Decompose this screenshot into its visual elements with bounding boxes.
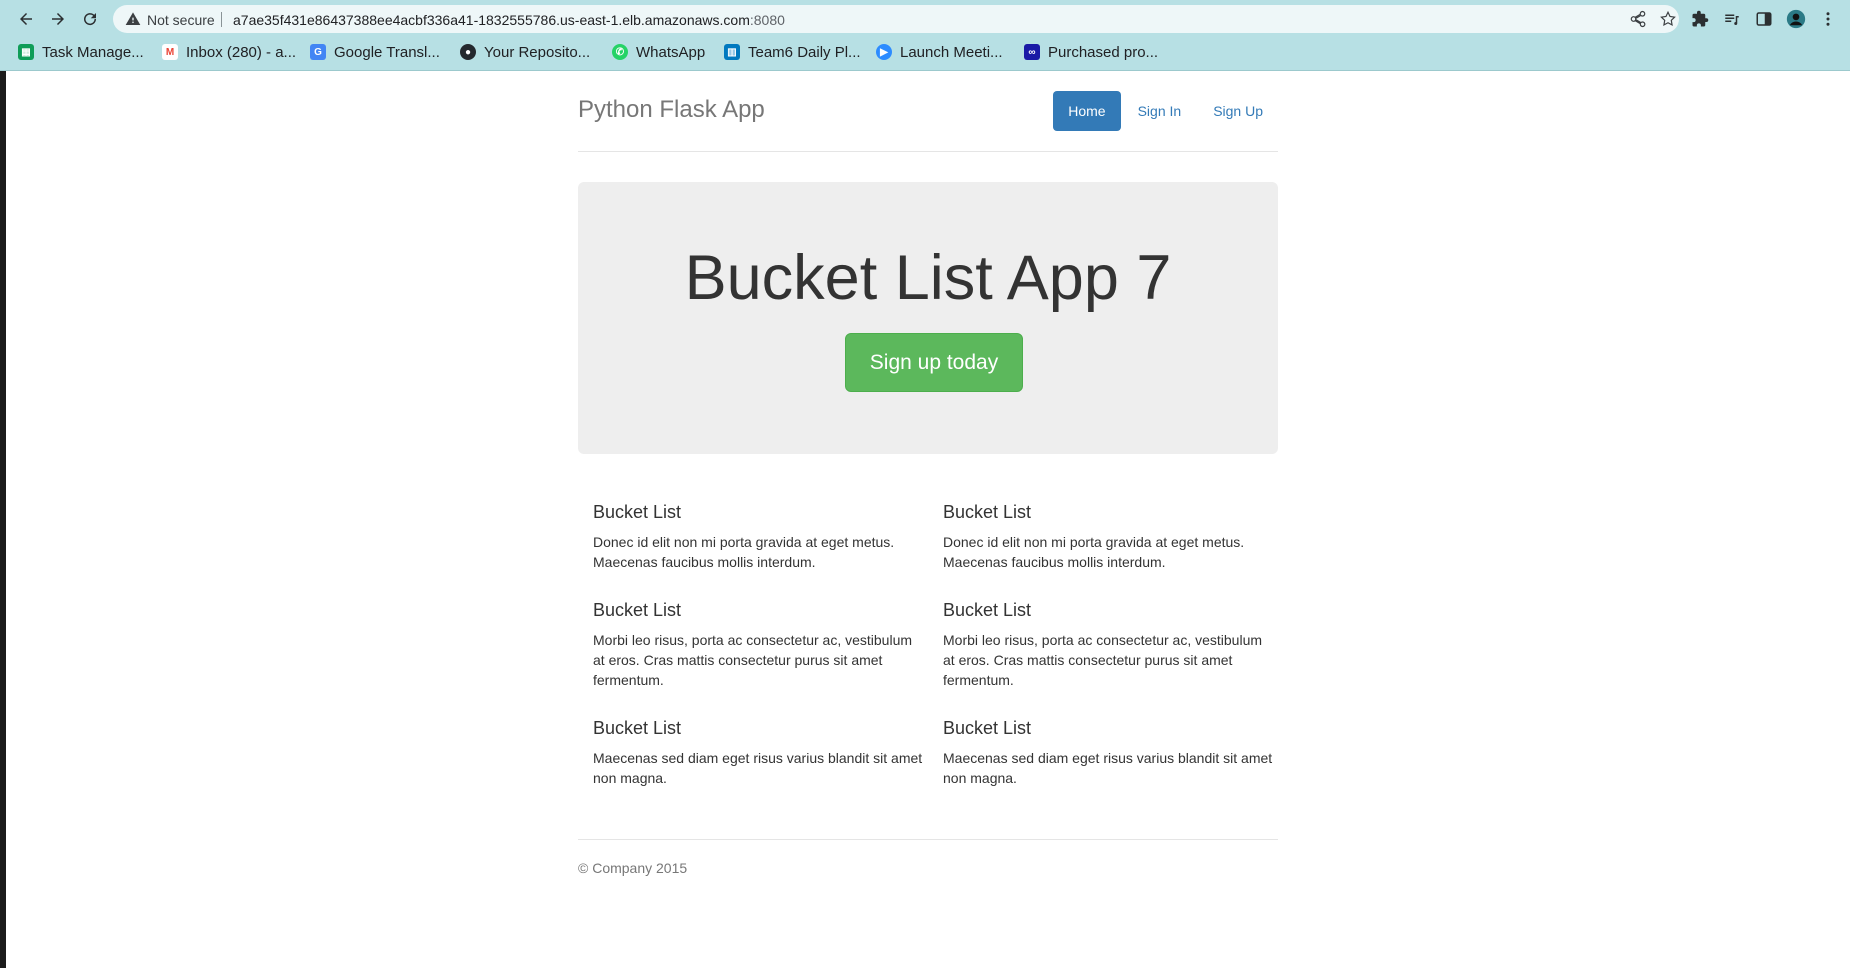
bookmark-purchased[interactable]: ∞ Purchased pro... — [1024, 41, 1158, 63]
nav-sign-in[interactable]: Sign In — [1123, 91, 1197, 131]
bookmark-launch-meeting[interactable]: ▶ Launch Meeti... — [876, 41, 1003, 63]
translate-icon: G — [310, 44, 326, 60]
trello-icon: ▥ — [724, 44, 740, 60]
jumbotron: Bucket List App 7 Sign up today — [578, 182, 1278, 454]
bookmarks-bar: ▦ Task Manage... M Inbox (280) - a... G … — [0, 39, 1850, 65]
whatsapp-icon: ✆ — [612, 44, 628, 60]
reload-button[interactable] — [78, 7, 102, 31]
nav-sign-up[interactable]: Sign Up — [1198, 91, 1278, 131]
bookmark-task-manager[interactable]: ▦ Task Manage... — [18, 41, 144, 63]
list-item: Bucket List Morbi leo risus, porta ac co… — [593, 599, 923, 690]
marketing-section: Bucket List Donec id elit non mi porta g… — [578, 501, 1278, 801]
site-header: Python Flask App Home Sign In Sign Up — [578, 71, 1278, 152]
bookmark-label: Launch Meeti... — [900, 43, 1003, 61]
list-item: Bucket List Morbi leo risus, porta ac co… — [943, 599, 1273, 690]
brand-title: Python Flask App — [578, 96, 765, 123]
arrow-right-icon — [52, 13, 64, 25]
back-button[interactable] — [14, 7, 38, 31]
bookmark-label: WhatsApp — [636, 43, 706, 61]
forward-button[interactable] — [46, 7, 70, 31]
item-text: Maecenas sed diam eget risus varius blan… — [593, 750, 923, 786]
address-bar[interactable]: Not secure a7ae35f431e86437388ee4acbf336… — [113, 5, 1679, 33]
browser-toolbar: Not secure a7ae35f431e86437388ee4acbf336… — [0, 0, 1850, 71]
bookmark-label: Team6 Daily Pl... — [748, 43, 861, 61]
profile-avatar-icon[interactable] — [1786, 9, 1806, 29]
reading-list-icon[interactable] — [1722, 9, 1742, 29]
bookmark-whatsapp[interactable]: ✆ WhatsApp — [612, 41, 705, 63]
item-heading: Bucket List — [593, 600, 682, 620]
item-heading: Bucket List — [593, 502, 682, 522]
item-heading: Bucket List — [943, 718, 1032, 738]
bookmark-label: Inbox (280) - a... — [186, 43, 297, 61]
bookmark-google-translate[interactable]: G Google Transl... — [310, 41, 440, 63]
site-footer: © Company 2015 — [578, 839, 1278, 899]
list-item: Bucket List Maecenas sed diam eget risus… — [943, 717, 1273, 788]
extensions-icon[interactable] — [1690, 9, 1710, 29]
url-port: :8080 — [749, 12, 785, 28]
item-heading: Bucket List — [943, 502, 1032, 522]
sheets-icon: ▦ — [18, 44, 34, 60]
item-text: Maecenas sed diam eget risus varius blan… — [943, 750, 1273, 786]
hero-title: Bucket List App 7 — [684, 243, 1172, 313]
gmail-icon: M — [162, 44, 178, 60]
page-content: Python Flask App Home Sign In Sign Up Bu… — [6, 71, 1850, 968]
list-item: Bucket List Donec id elit non mi porta g… — [593, 501, 923, 572]
bookmark-your-repository[interactable]: ● Your Reposito... — [460, 41, 590, 63]
bookmark-label: Your Reposito... — [484, 43, 591, 61]
item-text: Morbi leo risus, porta ac consectetur ac… — [593, 632, 913, 688]
github-icon: ● — [460, 44, 476, 60]
arrow-left-icon — [20, 13, 32, 25]
url-text[interactable]: a7ae35f431e86437388ee4acbf336a41-1832555… — [233, 12, 785, 28]
bookmark-inbox[interactable]: M Inbox (280) - a... — [162, 41, 296, 63]
reload-icon — [84, 13, 97, 26]
bookmark-label: Task Manage... — [42, 43, 144, 61]
item-heading: Bucket List — [593, 718, 682, 738]
side-panel-icon[interactable] — [1754, 9, 1774, 29]
sign-up-today-button[interactable]: Sign up today — [845, 333, 1023, 392]
item-text: Donec id elit non mi porta gravida at eg… — [943, 534, 1245, 570]
item-text: Donec id elit non mi porta gravida at eg… — [593, 534, 895, 570]
bookmark-label: Google Transl... — [334, 43, 440, 61]
copyright-text: © Company 2015 — [578, 860, 688, 876]
warning-icon — [125, 12, 141, 25]
purchased-icon: ∞ — [1024, 44, 1040, 60]
bookmark-team6-daily[interactable]: ▥ Team6 Daily Pl... — [724, 41, 861, 63]
list-item: Bucket List Donec id elit non mi porta g… — [943, 501, 1273, 572]
not-secure-label[interactable]: Not secure — [147, 12, 215, 28]
zoom-icon: ▶ — [876, 44, 892, 60]
menu-kebab-icon[interactable] — [1818, 9, 1838, 29]
star-icon[interactable] — [1659, 10, 1677, 28]
address-divider — [221, 12, 222, 27]
share-icon[interactable] — [1629, 10, 1647, 28]
item-text: Morbi leo risus, porta ac consectetur ac… — [943, 632, 1263, 688]
url-host: a7ae35f431e86437388ee4acbf336a41-1832555… — [233, 12, 750, 28]
nav-home[interactable]: Home — [1053, 91, 1121, 131]
bookmark-label: Purchased pro... — [1048, 43, 1159, 61]
item-heading: Bucket List — [943, 600, 1032, 620]
list-item: Bucket List Maecenas sed diam eget risus… — [593, 717, 923, 788]
main-nav: Home Sign In Sign Up — [1051, 91, 1278, 131]
